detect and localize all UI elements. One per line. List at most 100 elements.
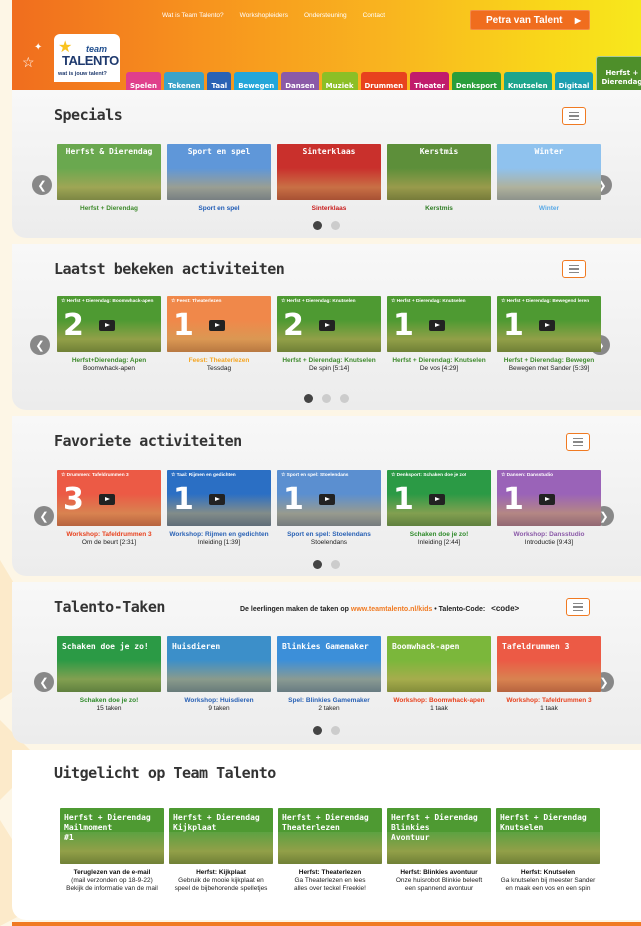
hamburger-menu-button[interactable]: [566, 433, 590, 451]
activity-card[interactable]: ☆ Dansen: Dansstudio 1 Workshop: Dansstudi…: [497, 470, 601, 546]
play-icon[interactable]: [209, 320, 225, 331]
pagination-dot[interactable]: [313, 560, 322, 569]
activity-card[interactable]: ☆ Herfst + Dierendag: Bewegend leren 1 Her…: [497, 296, 601, 372]
chevron-left-icon[interactable]: ❮: [30, 335, 50, 355]
tab-bewegen[interactable]: Bewegen: [234, 72, 279, 90]
thumbnail-caption: ☆ Drummen: Tafeldrummen 3: [61, 473, 129, 478]
tasks-carousel: Schaken doe je zo! Schaken doe je zo! 15 t…: [57, 636, 601, 712]
special-card[interactable]: Herfst & Dierendag Herfst + Dierendag: [57, 144, 161, 212]
talento-tasks-section: Talento-Taken De leerlingen maken de tak…: [12, 582, 641, 744]
special-card[interactable]: Winter Winter: [497, 144, 601, 212]
kids-link[interactable]: www.teamtalento.nl/kids: [351, 606, 432, 613]
hamburger-menu-button[interactable]: [562, 260, 586, 278]
nav-link-about[interactable]: Wat is Team Talento?: [162, 12, 224, 19]
activity-card[interactable]: ☆ Herfst + Dierendag: Knutselen 2 Herfst +…: [277, 296, 381, 372]
activity-card[interactable]: ☆ Denksport: Schaken doe je zo! 1 Schaken …: [387, 470, 491, 546]
pagination-dot[interactable]: [331, 726, 340, 735]
tab-herfst-dierendag[interactable]: Herfst + Dierendag: [596, 56, 641, 90]
activity-card[interactable]: ☆ Sport en spel: Stoelendans 1 Sport en sp…: [277, 470, 381, 546]
card-detail: De vos [4:29]: [419, 365, 459, 372]
pagination-dot[interactable]: [331, 221, 340, 230]
thumbnail-illustration: [497, 168, 601, 200]
pagination-dot[interactable]: [340, 394, 349, 403]
thumbnail-title: Schaken doe je zo!: [62, 642, 149, 651]
play-icon[interactable]: [99, 320, 115, 331]
episode-number: 1: [393, 308, 414, 343]
chevron-left-icon[interactable]: ❮: [34, 506, 54, 526]
featured-card[interactable]: Herfst + Dierendag Theaterlezen Herfst: Th…: [278, 808, 382, 892]
play-icon[interactable]: [539, 494, 555, 505]
task-card[interactable]: Boomwhack-apen Workshop: Boomwhack-apen 1 …: [387, 636, 491, 712]
card-thumbnail: ☆ Taal: Rijmen en gedichten 1: [167, 470, 271, 526]
hamburger-menu-button[interactable]: [562, 107, 586, 125]
card-thumbnail: Herfst + Dierendag Knutselen: [496, 808, 600, 864]
card-label: Workshop: Rijmen en gedichten: [169, 531, 269, 538]
task-card[interactable]: Huisdieren Workshop: Huisdieren 9 taken: [167, 636, 271, 712]
task-card[interactable]: Tafeldrummen 3 Workshop: Tafeldrummen 31 …: [497, 636, 601, 712]
tab-drummen[interactable]: Drummen: [360, 72, 408, 90]
pagination-dot[interactable]: [322, 394, 331, 403]
play-icon[interactable]: [319, 494, 335, 505]
tab-label-line2: Dierendag: [601, 78, 641, 86]
kids-code-info: De leerlingen maken de taken op www.team…: [240, 604, 519, 613]
card-label: Schaken doe je zo!: [409, 531, 469, 538]
activity-card[interactable]: ☆ Herfst + Dierendag: Knutselen 1 Herfst +…: [387, 296, 491, 372]
play-icon[interactable]: [539, 320, 555, 331]
user-menu-button[interactable]: Petra van Talent ▶: [470, 10, 590, 30]
team-talento-logo[interactable]: ★ team TALENTO wat is jouw talent?: [54, 34, 120, 82]
task-card[interactable]: Schaken doe je zo! Schaken doe je zo! 15 t…: [57, 636, 161, 712]
card-thumbnail: Herfst + Dierendag Kijkplaat: [169, 808, 273, 864]
play-icon[interactable]: [319, 320, 335, 331]
thumbnail-title: Herfst + Dierendag Theaterlezen: [282, 813, 382, 833]
tab-digitaal[interactable]: Digitaal: [554, 72, 594, 90]
tab-tekenen[interactable]: Tekenen: [163, 72, 205, 90]
special-card[interactable]: Sport en spel Sport en spel: [167, 144, 271, 212]
thumbnail-caption: ☆ Denksport: Schaken doe je zo!: [391, 473, 467, 478]
card-detail: Bewegen met Sander [5:39]: [508, 365, 590, 372]
tab-spelen[interactable]: Spelen: [126, 72, 161, 90]
pagination-dot[interactable]: [304, 394, 313, 403]
special-card[interactable]: Sinterklaas Sinterklaas: [277, 144, 381, 212]
nav-link-contact[interactable]: Contact: [363, 12, 385, 19]
specials-carousel: Herfst & Dierendag Herfst + Dierendag Spor…: [57, 144, 601, 212]
tab-knutselen[interactable]: Knutselen: [503, 72, 552, 90]
card-label: Winter: [538, 205, 560, 212]
card-thumbnail: Blinkies Gamemaker: [277, 636, 381, 692]
card-thumbnail: Boomwhack-apen: [387, 636, 491, 692]
pagination-dot[interactable]: [313, 726, 322, 735]
activity-card[interactable]: ☆ Drummen: Tafeldrummen 3 3 Workshop: Tafe…: [57, 470, 161, 546]
featured-card[interactable]: Herfst + Dierendag Mailmoment #1 Teruglezen…: [60, 808, 164, 892]
task-card[interactable]: Blinkies Gamemaker Spel: Blinkies Gamemak…: [277, 636, 381, 712]
card-label: Herfst + Dierendag: Bewegen: [503, 357, 595, 364]
pagination-dot[interactable]: [331, 560, 340, 569]
pagination-dot[interactable]: [313, 221, 322, 230]
chevron-left-icon[interactable]: ❮: [34, 672, 54, 692]
card-thumbnail: ☆ Drummen: Tafeldrummen 3 3: [57, 470, 161, 526]
tab-taal[interactable]: Taal: [207, 72, 232, 90]
play-icon[interactable]: [429, 320, 445, 331]
nav-link-workshopleiders[interactable]: Workshopleiders: [240, 12, 288, 19]
user-name: Petra van Talent: [486, 15, 563, 26]
chevron-left-icon[interactable]: ❮: [32, 175, 52, 195]
nav-link-ondersteuning[interactable]: Ondersteuning: [304, 12, 347, 19]
tab-theater[interactable]: Theater: [410, 72, 449, 90]
thumbnail-title: Herfst & Dierendag: [65, 147, 153, 156]
activity-card[interactable]: ☆ Herfst + Dierendag: Boomwhack-apen 2 Her…: [57, 296, 161, 372]
card-detail: Ga Theaterlezen en lees: [294, 877, 366, 884]
tab-muziek[interactable]: Muziek: [321, 72, 358, 90]
play-icon[interactable]: [99, 494, 115, 505]
activity-card[interactable]: ☆ Taal: Rijmen en gedichten 1 Workshop: Ri…: [167, 470, 271, 546]
thumbnail-caption: ☆ Sport en spel: Stoelendans: [281, 473, 349, 478]
special-card[interactable]: Kerstmis Kerstmis: [387, 144, 491, 212]
card-thumbnail: ☆ Herfst + Dierendag: Bewegend leren 1: [497, 296, 601, 352]
tab-denksport[interactable]: Denksport: [451, 72, 501, 90]
tab-dansen[interactable]: Dansen: [281, 72, 319, 90]
featured-card[interactable]: Herfst + Dierendag Kijkplaat Herfst: Kijkp…: [169, 808, 273, 892]
play-icon[interactable]: [429, 494, 445, 505]
card-label: Workshop: Boomwhack-apen: [393, 697, 485, 704]
featured-card[interactable]: Herfst + Dierendag Blinkies Avontuur Herfst…: [387, 808, 491, 892]
hamburger-menu-button[interactable]: [566, 598, 590, 616]
activity-card[interactable]: ☆ Feest: Theaterlezen 1 Feest: Theaterleze…: [167, 296, 271, 372]
play-icon[interactable]: [209, 494, 225, 505]
featured-card[interactable]: Herfst + Dierendag Knutselen Herfst: Knuts…: [496, 808, 600, 892]
